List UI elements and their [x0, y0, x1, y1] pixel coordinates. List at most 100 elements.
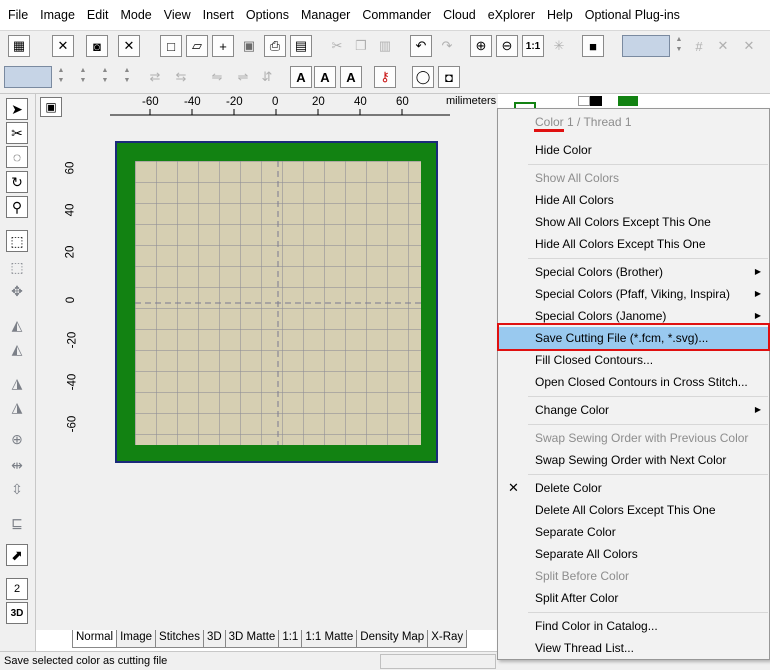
spin-arrows-icon[interactable]: ▲ ▼: [674, 35, 684, 57]
print-icon[interactable]: ⎙: [264, 35, 286, 57]
grid-icon[interactable]: #: [688, 35, 710, 57]
menu-item-special-pfaff[interactable]: Special Colors (Pfaff, Viking, Inspira) ▶: [498, 283, 769, 305]
menu-item-open-closed-contours[interactable]: Open Closed Contours in Cross Stitch...: [498, 371, 769, 393]
spin-arrows-icon[interactable]: ▲ ▼: [122, 66, 132, 88]
paste-icon[interactable]: ▥: [374, 35, 396, 57]
menu-commander[interactable]: Commander: [356, 8, 437, 22]
menu-manager[interactable]: Manager: [295, 8, 356, 22]
stitch-icon[interactable]: ✕: [118, 35, 140, 57]
menu-item-find-in-catalog[interactable]: Find Color in Catalog...: [498, 615, 769, 637]
spacing-icon[interactable]: ⇹: [6, 454, 28, 476]
move-icon[interactable]: ✥: [6, 280, 28, 302]
lasso-select-icon[interactable]: ◌: [6, 146, 28, 168]
spin-arrows-icon[interactable]: ▲ ▼: [56, 66, 66, 88]
menu-item-view-thread-list[interactable]: View Thread List...: [498, 637, 769, 659]
distribute-icon[interactable]: ⇋: [206, 66, 228, 88]
zoom-icon[interactable]: ⚲: [6, 196, 28, 218]
align-icon[interactable]: ⇄: [144, 66, 166, 88]
align-icon[interactable]: ⇆: [170, 66, 192, 88]
stop-icon[interactable]: ■: [582, 35, 604, 57]
tab-3d[interactable]: 3D: [202, 630, 226, 648]
menu-insert[interactable]: Insert: [197, 8, 240, 22]
palette-green[interactable]: [618, 96, 638, 106]
mirror-icon-2[interactable]: ◭: [6, 338, 28, 360]
tab-stitches[interactable]: Stitches: [155, 630, 204, 648]
menu-file[interactable]: File: [2, 8, 34, 22]
embroidery-hoop[interactable]: [115, 141, 438, 463]
menu-item-delete-color[interactable]: ✕ Delete Color: [498, 477, 769, 499]
mirror-icon[interactable]: ◭: [6, 314, 28, 336]
reshape-icon[interactable]: ✂: [6, 122, 28, 144]
image-toggle-icon[interactable]: ▣: [40, 97, 62, 117]
menu-item-separate-all-colors[interactable]: Separate All Colors: [498, 543, 769, 565]
undo-icon[interactable]: ↶: [410, 35, 432, 57]
spacing-icon-2[interactable]: ⇳: [6, 478, 28, 500]
menu-options[interactable]: Options: [240, 8, 295, 22]
menu-item-hide-color[interactable]: Hide Color: [498, 139, 769, 161]
save-icon[interactable]: ▣: [238, 35, 260, 57]
add-file-icon[interactable]: +: [212, 35, 234, 57]
design-area[interactable]: [135, 161, 421, 445]
menu-item-separate-color[interactable]: Separate Color: [498, 521, 769, 543]
menu-item-swap-next[interactable]: Swap Sewing Order with Next Color: [498, 449, 769, 471]
center-icon[interactable]: ⊕: [6, 428, 28, 450]
distribute-icon[interactable]: ⇌: [232, 66, 254, 88]
palette-black[interactable]: [590, 96, 602, 106]
menu-mode[interactable]: Mode: [114, 8, 157, 22]
menu-item-change-color[interactable]: Change Color ▶: [498, 399, 769, 421]
tab-normal[interactable]: Normal: [72, 630, 118, 648]
key-icon[interactable]: ⚷: [374, 66, 396, 88]
copy-icon[interactable]: ❐: [350, 35, 372, 57]
menu-optional-plugins[interactable]: Optional Plug-ins: [579, 8, 686, 22]
color-swatch-box[interactable]: [622, 35, 670, 57]
tab-1to1-matte[interactable]: 1:1 Matte: [301, 630, 358, 648]
rotate-icon[interactable]: ↻: [6, 171, 28, 193]
hoop-icon[interactable]: ✕: [52, 35, 74, 57]
tab-1to1[interactable]: 1:1: [278, 630, 303, 648]
spin-arrows-icon[interactable]: ▲ ▼: [78, 66, 88, 88]
menu-item-split-before[interactable]: Split Before Color: [498, 565, 769, 587]
text-outline-icon[interactable]: A: [340, 66, 362, 88]
menu-item-show-all-except[interactable]: Show All Colors Except This One: [498, 211, 769, 233]
3d-view-icon[interactable]: 3D: [6, 602, 28, 624]
distribute-icon[interactable]: ⇵: [256, 66, 278, 88]
zoom-in-icon[interactable]: ⊕: [470, 35, 492, 57]
tab-3d-matte[interactable]: 3D Matte: [224, 630, 280, 648]
split-icon[interactable]: ⊑: [6, 512, 28, 534]
text-arc-icon[interactable]: A: [314, 66, 336, 88]
flip-icon-2[interactable]: ◮: [6, 396, 28, 418]
tab-image[interactable]: Image: [116, 630, 157, 648]
zoom-fit-icon[interactable]: ✳: [548, 35, 570, 57]
cut-icon[interactable]: ✂: [326, 35, 348, 57]
resize-icon[interactable]: ⬚: [6, 256, 28, 278]
text-icon[interactable]: A: [290, 66, 312, 88]
new-file-icon[interactable]: □: [160, 35, 182, 57]
menu-item-show-all-colors[interactable]: Show All Colors: [498, 167, 769, 189]
menu-view[interactable]: View: [158, 8, 197, 22]
tab-x-ray[interactable]: X-Ray: [427, 630, 468, 648]
spin-arrows-icon[interactable]: ▲ ▼: [100, 66, 110, 88]
menu-item-delete-all-except[interactable]: Delete All Colors Except This One: [498, 499, 769, 521]
rectangle-select-icon[interactable]: ⬚: [6, 230, 28, 252]
menu-image[interactable]: Image: [34, 8, 81, 22]
menu-help[interactable]: Help: [541, 8, 579, 22]
2d-view-icon[interactable]: 2: [6, 578, 28, 600]
menu-item-swap-previous[interactable]: Swap Sewing Order with Previous Color: [498, 427, 769, 449]
menu-item-fill-closed-contours[interactable]: Fill Closed Contours...: [498, 349, 769, 371]
value-box[interactable]: [4, 66, 52, 88]
lasso-icon[interactable]: ◯: [412, 66, 434, 88]
pointer-icon[interactable]: ⬈: [6, 544, 28, 566]
snapshot-icon[interactable]: ◘: [438, 66, 460, 88]
open-folder-icon[interactable]: ▱: [186, 35, 208, 57]
palette-white[interactable]: [578, 96, 590, 106]
tool-icon[interactable]: ✕: [712, 35, 734, 57]
menu-cloud[interactable]: Cloud: [437, 8, 482, 22]
redo-icon[interactable]: ↷: [436, 35, 458, 57]
flip-icon[interactable]: ◮: [6, 372, 28, 394]
tool-icon-2[interactable]: ✕: [738, 35, 760, 57]
menu-item-hide-all-colors[interactable]: Hide All Colors: [498, 189, 769, 211]
camera-icon[interactable]: ◙: [86, 35, 108, 57]
menu-explorer[interactable]: eXplorer: [482, 8, 541, 22]
menu-item-hide-all-except[interactable]: Hide All Colors Except This One: [498, 233, 769, 255]
menu-edit[interactable]: Edit: [81, 8, 115, 22]
